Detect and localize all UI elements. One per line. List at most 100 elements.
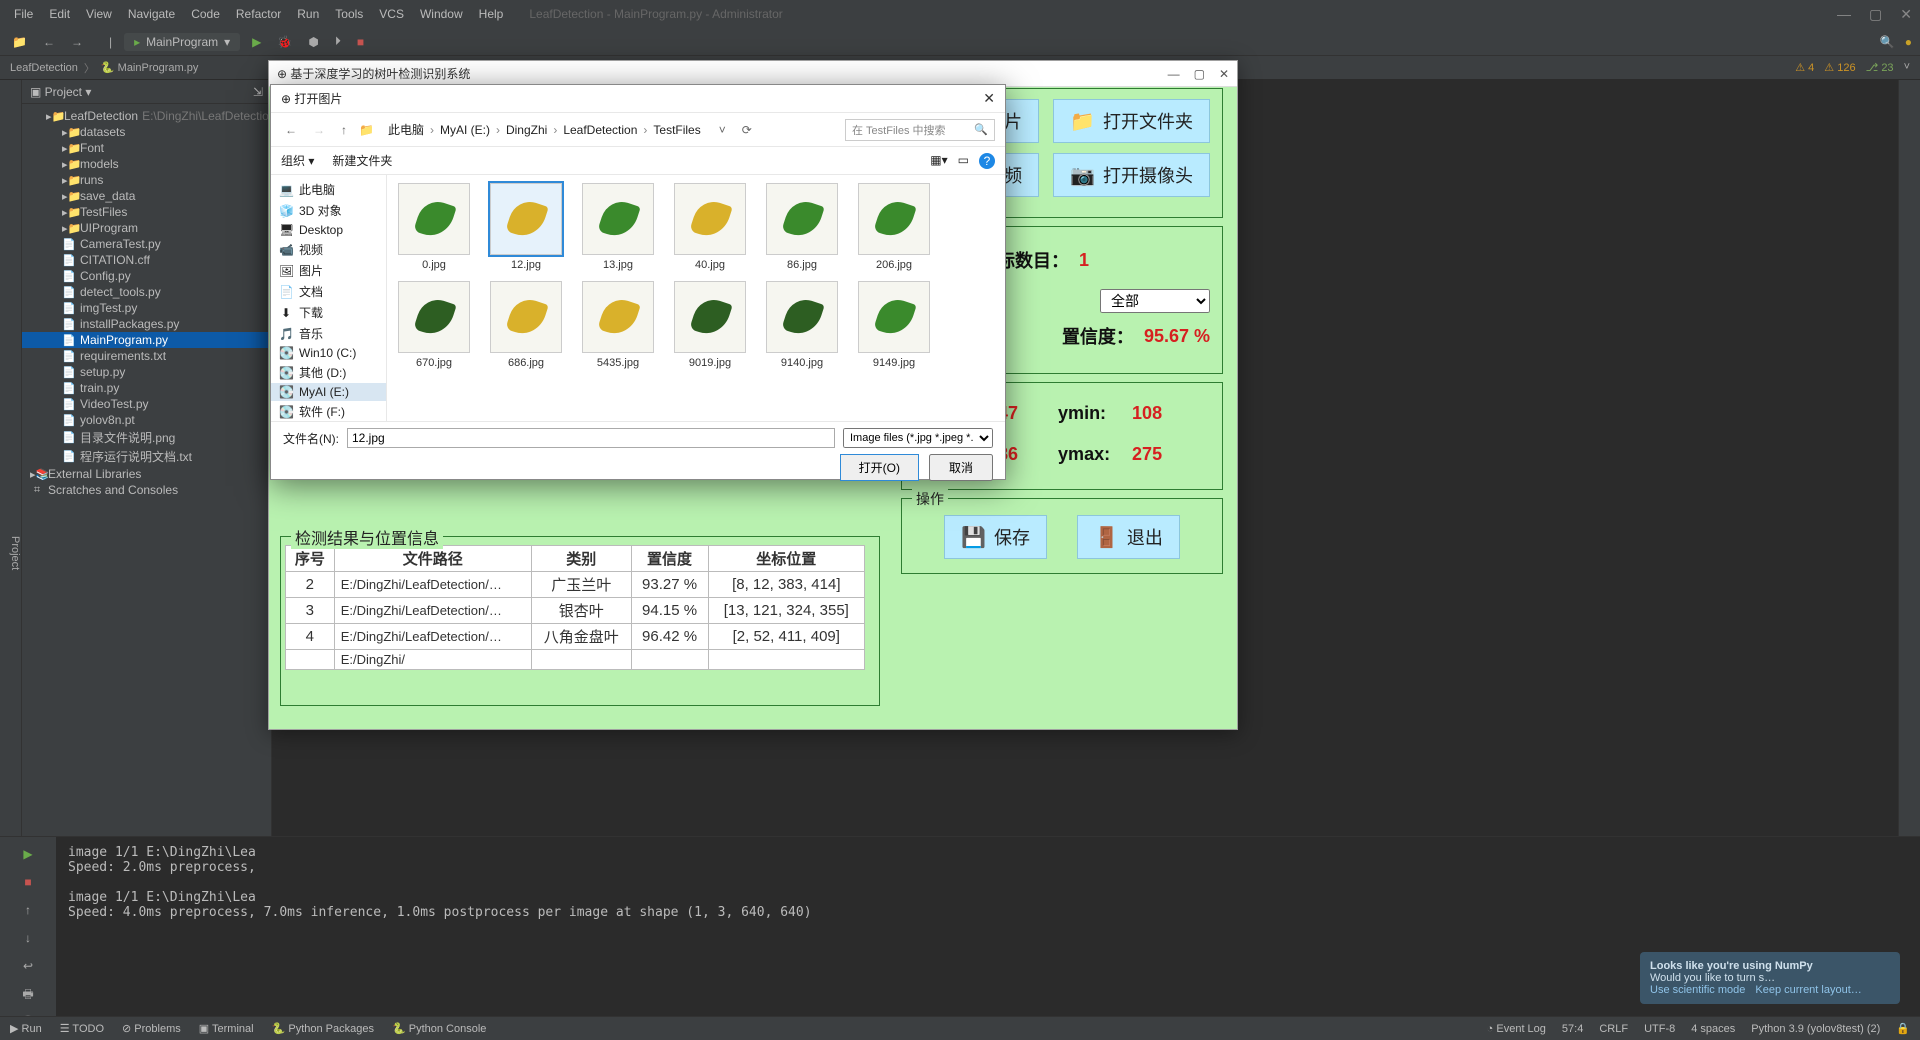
file-thumbnail[interactable]: 670.jpg (395, 281, 473, 369)
tree-node[interactable]: 📄detect_tools.py (22, 284, 271, 300)
app-close-icon[interactable]: ✕ (1219, 67, 1229, 81)
open-icon[interactable]: 📁 (8, 33, 31, 51)
event-log[interactable]: ◔ Event Log (1487, 1023, 1546, 1035)
run-button[interactable]: ▶ (248, 33, 265, 51)
profile-button[interactable]: ⏵ (331, 32, 345, 51)
sidebar-item[interactable]: ⬇下载 (271, 302, 386, 323)
table-row[interactable]: 2E:/DingZhi/LeafDetection/…广玉兰叶93.27 %[8… (286, 572, 865, 598)
path-segment[interactable]: 此电脑 (382, 123, 430, 137)
new-folder-button[interactable]: 新建文件夹 (332, 152, 392, 169)
tree-node[interactable]: 📄MainProgram.py (22, 332, 271, 348)
git-branch[interactable]: ⎇ 23 (1866, 61, 1894, 74)
menu-code[interactable]: Code (185, 5, 226, 23)
sidebar-item[interactable]: 📄文档 (271, 281, 386, 302)
sidebar-item[interactable]: 💽软件 (F:) (271, 401, 386, 421)
sidebar-item[interactable]: 💽MyAI (E:) (271, 383, 386, 401)
sidebar-item[interactable]: 🎵音乐 (271, 323, 386, 344)
tree-node[interactable]: 📄train.py (22, 380, 271, 396)
tree-node[interactable]: 📄程序运行说明文档.txt (22, 447, 271, 466)
sidebar-item[interactable]: 🖼图片 (271, 260, 386, 281)
menu-help[interactable]: Help (473, 5, 510, 23)
tool-tab-todo[interactable]: ☰ TODO (60, 1022, 104, 1035)
file-thumbnail[interactable]: 206.jpg (855, 183, 933, 271)
sidebar-item[interactable]: 💻此电脑 (271, 179, 386, 200)
encoding[interactable]: UTF-8 (1644, 1023, 1675, 1035)
indent[interactable]: 4 spaces (1691, 1023, 1735, 1035)
nav-back-icon[interactable]: ← (281, 123, 301, 137)
tool-tab-pyconsole[interactable]: 🐍 Python Console (392, 1022, 486, 1035)
menu-window[interactable]: Window (414, 5, 469, 23)
tool-tab-pypkg[interactable]: 🐍 Python Packages (272, 1022, 374, 1035)
view-mode-icon[interactable]: ▦▾ (930, 153, 947, 169)
tree-node[interactable]: 📄installPackages.py (22, 316, 271, 332)
tree-node[interactable]: 📄setup.py (22, 364, 271, 380)
tree-node[interactable]: 📄目录文件说明.png (22, 428, 271, 447)
tree-node[interactable]: 📄imgTest.py (22, 300, 271, 316)
sidebar-item[interactable]: 🧊3D 对象 (271, 200, 386, 221)
chevron-icon[interactable]: ˅ (1904, 61, 1910, 74)
sidebar-item[interactable]: 💽Win10 (C:) (271, 344, 386, 362)
help-icon[interactable]: ? (979, 153, 995, 169)
soft-wrap-icon[interactable]: ↩ (17, 955, 39, 977)
tool-tab-problems[interactable]: ⊘ Problems (122, 1022, 181, 1035)
file-thumbnail[interactable]: 9019.jpg (671, 281, 749, 369)
table-row[interactable]: 4E:/DingZhi/LeafDetection/…八角金盘叶96.42 %[… (286, 624, 865, 650)
open-camera-button[interactable]: 📷打开摄像头 (1053, 153, 1210, 197)
open-folder-button[interactable]: 📁打开文件夹 (1053, 99, 1210, 143)
run-config-selector[interactable]: ▸MainProgram▾ (124, 33, 240, 51)
forward-icon[interactable]: → (67, 33, 87, 51)
notif-link-scientific[interactable]: Use scientific mode (1650, 984, 1745, 996)
tree-node[interactable]: ▸📁TestFiles (22, 204, 271, 220)
maximize-icon[interactable]: ▢ (1869, 6, 1882, 23)
stop-run-icon[interactable]: ■ (17, 871, 39, 893)
app-minimize-icon[interactable]: — (1168, 67, 1180, 81)
tree-node[interactable]: 📄CITATION.cff (22, 252, 271, 268)
collapse-icon[interactable]: ⇲ (253, 85, 263, 99)
tree-node[interactable]: 📄CameraTest.py (22, 236, 271, 252)
save-button[interactable]: 💾保存 (944, 515, 1047, 559)
dialog-search-input[interactable]: 在 TestFiles 中搜索🔍 (845, 119, 995, 141)
rerun-icon[interactable]: ▶ (17, 843, 39, 865)
stop-button[interactable]: ■ (353, 33, 368, 51)
coverage-button[interactable]: ⬢ (304, 33, 322, 51)
tree-node[interactable]: ▸📁save_data (22, 188, 271, 204)
preview-pane-icon[interactable]: ▭ (958, 153, 969, 169)
path-segment[interactable]: MyAI (E:) (434, 123, 496, 137)
file-thumbnail[interactable]: 86.jpg (763, 183, 841, 271)
search-everywhere-icon[interactable]: 🔍 (1880, 35, 1895, 49)
menu-refactor[interactable]: Refactor (230, 5, 287, 23)
close-icon[interactable]: ✕ (1900, 6, 1912, 23)
lock-icon[interactable]: 🔒 (1896, 1022, 1910, 1035)
nav-up-icon[interactable]: ↑ (337, 123, 351, 137)
menu-tools[interactable]: Tools (329, 5, 369, 23)
down-icon[interactable]: ↓ (17, 927, 39, 949)
project-header[interactable]: ▣ Project ▾ (30, 85, 91, 99)
breadcrumb[interactable]: 🐍 MainProgram.py (101, 61, 198, 74)
menu-vcs[interactable]: VCS (373, 5, 410, 23)
open-button[interactable]: 打开(O) (840, 454, 919, 481)
up-icon[interactable]: ↑ (17, 899, 39, 921)
filename-input[interactable] (347, 428, 835, 448)
menu-run[interactable]: Run (291, 5, 325, 23)
tool-tab-terminal[interactable]: ▣ Terminal (199, 1022, 254, 1035)
path-segment[interactable]: DingZhi (500, 123, 553, 137)
tree-node[interactable]: ▸📁Font (22, 140, 271, 156)
inspection-warn[interactable]: ⚠ 4 (1795, 61, 1814, 74)
file-thumbnail[interactable]: 9149.jpg (855, 281, 933, 369)
breadcrumb[interactable]: LeafDetection (10, 62, 78, 74)
file-thumbnail[interactable]: 686.jpg (487, 281, 565, 369)
tree-node[interactable]: ▸📚External Libraries (22, 466, 271, 482)
notif-link-keep[interactable]: Keep current layout… (1755, 984, 1861, 996)
class-filter-select[interactable]: 全部 (1100, 289, 1210, 313)
file-thumbnail[interactable]: 0.jpg (395, 183, 473, 271)
line-sep[interactable]: CRLF (1599, 1023, 1628, 1035)
interpreter[interactable]: Python 3.9 (yolov8test) (2) (1751, 1023, 1880, 1035)
tree-node[interactable]: ⌗Scratches and Consoles (22, 482, 271, 498)
chevron-down-icon[interactable]: ˅ (715, 123, 730, 137)
file-thumbnail[interactable]: 40.jpg (671, 183, 749, 271)
menu-edit[interactable]: Edit (43, 5, 76, 23)
ide-update-icon[interactable]: ● (1905, 35, 1912, 49)
file-thumbnail[interactable]: 9140.jpg (763, 281, 841, 369)
tool-tab-run[interactable]: ▶ Run (10, 1022, 42, 1035)
file-thumbnail[interactable]: 13.jpg (579, 183, 657, 271)
